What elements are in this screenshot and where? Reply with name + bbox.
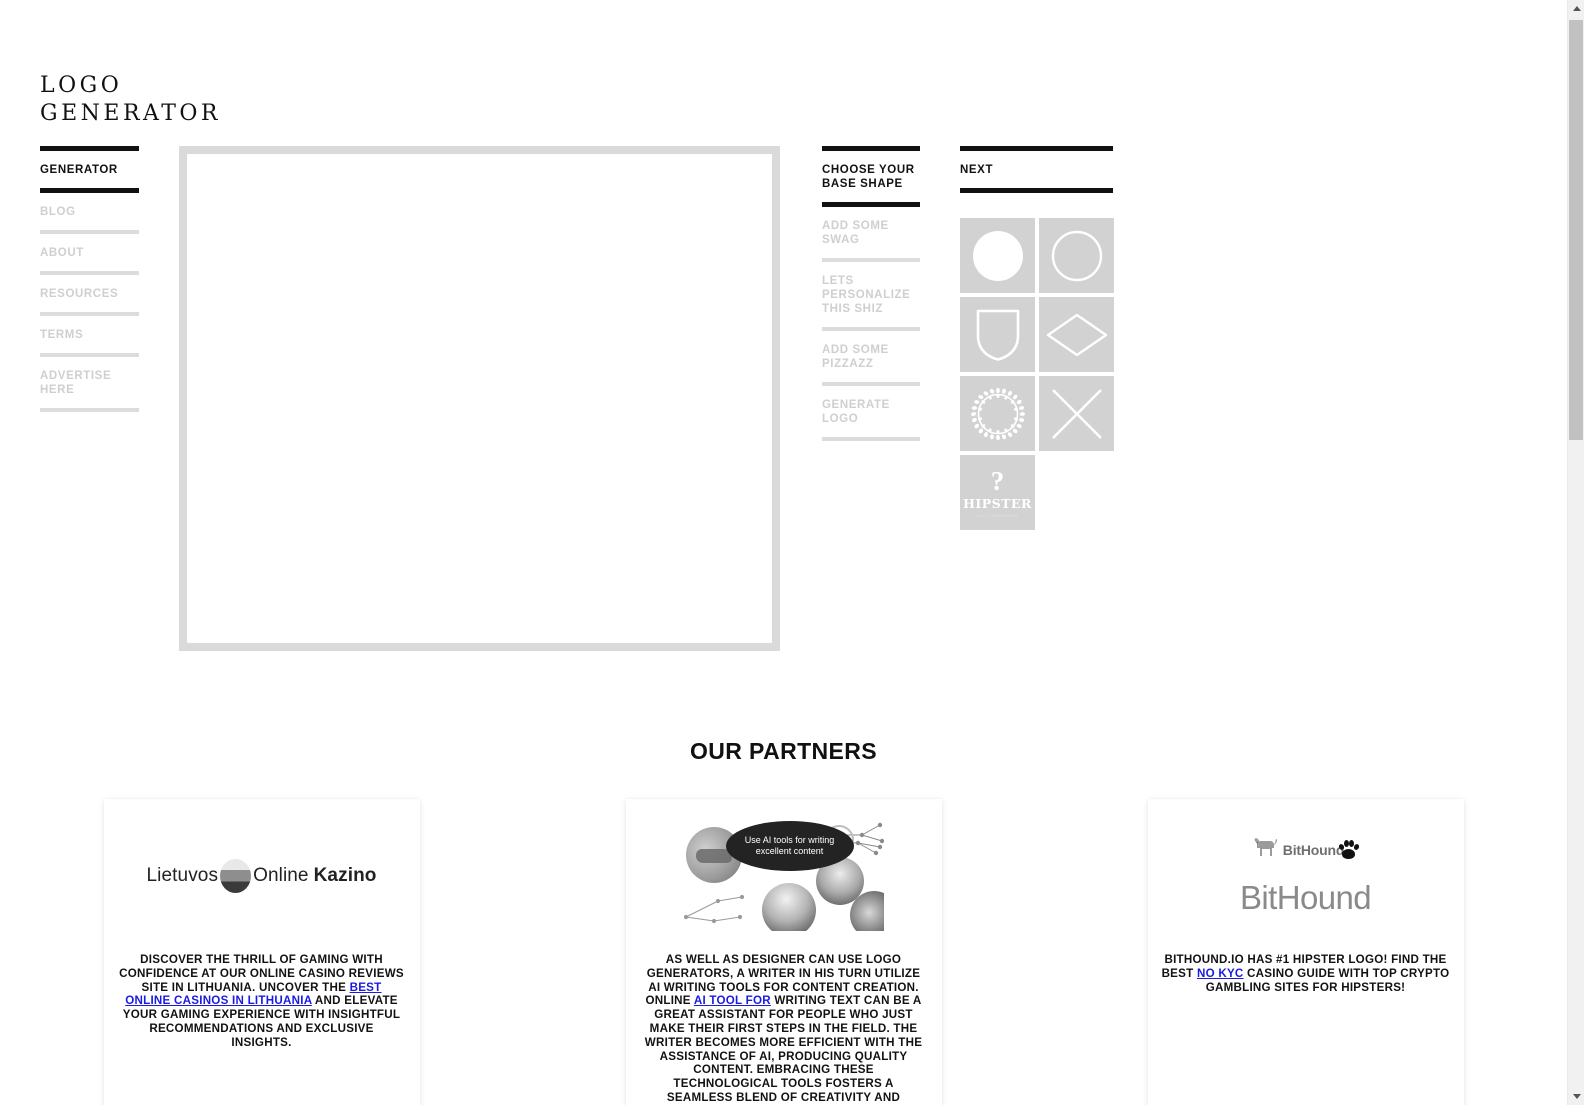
logo-line-2: GENERATOR [40,101,221,126]
partner-image-ai-tools: Use AI tools for writing excellent conte… [636,815,932,937]
shape-option-circle-outline[interactable] [1039,218,1114,293]
partners-card-list: Lietuvos Online Kazino DISCOVER THE THRI… [0,799,1567,1105]
collage-photo-robot-left [761,883,816,931]
step-add-some-swag[interactable]: ADD SOME SWAG [822,207,920,262]
circle-outline-icon [1051,230,1103,282]
site-logo[interactable]: LOGO GENERATOR [40,44,221,156]
partner-card-text: AS WELL AS DESIGNER CAN USE LOGO GENERAT… [636,953,932,1105]
step-generate-logo[interactable]: GENERATE LOGO [822,386,920,441]
step-label: ADD SOME SWAG [822,220,889,246]
sidebar-item-label: GENERATOR [40,164,118,176]
shape-option-hipster-placeholder[interactable]: ? HIPSTER LOGO GENERATOR [960,455,1035,530]
next-rule [960,188,1113,193]
cross-x-icon [1050,387,1104,441]
step-choose-base-shape[interactable]: CHOOSE YOUR BASE SHAPE [822,151,920,207]
sidebar-item-label: ABOUT [40,247,84,259]
step-label: ADD SOME PIZZAZZ [822,344,889,370]
shape-option-shield[interactable] [960,297,1035,372]
base-shape-grid: ? HIPSTER LOGO GENERATOR [960,218,1114,530]
partner-card: Use AI tools for writing excellent conte… [625,799,942,1105]
bithound-logo: BitHound BitHound [1240,835,1372,917]
step-add-some-pizzazz[interactable]: ADD SOME PIZZAZZ [822,331,920,386]
sidebar-nav: GENERATOR BLOG ABOUT RESOURCES TERMS ADV… [40,146,139,412]
partner-logo-bithound: BitHound BitHound [1158,815,1454,937]
shape-option-cross-x[interactable] [1039,376,1114,451]
sidebar-item-blog[interactable]: BLOG [40,193,139,234]
sidebar-item-label: ADVERTISE HERE [40,370,112,396]
bithound-logo-row: BitHound [1251,835,1361,865]
kazino-circle-icon [220,859,252,893]
scroll-down-arrow-icon[interactable] [1568,1088,1584,1105]
step-label: LETS PERSONALIZE THIS SHIZ [822,275,911,315]
sidebar-item-resources[interactable]: RESOURCES [40,275,139,316]
step-label: GENERATE LOGO [822,399,890,425]
collage-caption: Use AI tools for writing excellent conte… [725,821,854,871]
partner-card-text: DISCOVER THE THRILL OF GAMING WITH CONFI… [114,953,410,1050]
laurel-wreath-icon [969,385,1027,443]
step-rule [822,437,920,441]
shape-option-diamond[interactable] [1039,297,1114,372]
sidebar-item-generator[interactable]: GENERATOR [40,151,139,193]
partner-link[interactable]: NO KYC [1197,967,1244,980]
dog-icon [1251,836,1281,865]
paw-print-icon [1338,839,1361,861]
logo-preview-canvas[interactable] [179,146,780,651]
sidebar-item-about[interactable]: ABOUT [40,234,139,275]
sidebar-item-label: RESOURCES [40,288,119,300]
sidebar-item-terms[interactable]: TERMS [40,316,139,357]
next-panel: NEXT [960,146,1113,193]
vertical-scrollbar[interactable] [1567,0,1584,1105]
shield-icon [975,308,1021,362]
diamond-icon [1046,313,1108,357]
logo-preview-surface[interactable] [187,154,772,643]
partner-card: Lietuvos Online Kazino DISCOVER THE THRI… [103,799,420,1105]
question-mark-icon: ? [990,465,1005,496]
partner-card: BitHound BitHound BITHOUND.IO HAS #1 HIP… [1147,799,1464,1105]
kazino-logo: Lietuvos Online Kazino [147,859,377,893]
scrollbar-thumb[interactable] [1569,20,1583,440]
partner-logo-kazino: Lietuvos Online Kazino [114,815,410,937]
page-viewport: LOGO GENERATOR GENERATOR BLOG ABOUT RESO… [0,0,1567,1105]
network-lines-decor-2 [683,894,744,924]
step-lets-personalize-this-shiz[interactable]: LETS PERSONALIZE THIS SHIZ [822,262,920,331]
partner-card-text: BITHOUND.IO HAS #1 HIPSTER LOGO! FIND TH… [1158,953,1454,994]
sidebar-item-label: TERMS [40,329,84,341]
partners-title: OUR PARTNERS [689,738,878,764]
hipster-tile-word: HIPSTER [963,495,1032,511]
partner-text-after: WRITING TEXT CAN BE A GREAT ASSISTANT FO… [644,994,923,1105]
logo-line-1: LOGO [40,73,123,98]
sidebar-item-rule [40,408,139,412]
wizard-steps: CHOOSE YOUR BASE SHAPE ADD SOME SWAG LET… [822,146,920,441]
partners-section: OUR PARTNERS Lietuvos Online Kazino DISC… [0,700,1567,1105]
sidebar-item-advertise-here[interactable]: ADVERTISE HERE [40,357,139,412]
sidebar-item-label: BLOG [40,206,76,218]
shape-option-filled-circle[interactable] [960,218,1035,293]
scroll-up-arrow-icon[interactable] [1568,0,1584,17]
next-button[interactable]: NEXT [960,151,1113,193]
bithound-small-word: BitHound [1282,842,1345,858]
next-label: NEXT [960,164,994,176]
kazino-logo-pre: Lietuvos [146,865,219,886]
kazino-logo-bold: Kazino [313,865,377,886]
step-label: CHOOSE YOUR BASE SHAPE [822,164,915,190]
partner-link[interactable]: AI TOOL FOR [694,994,771,1007]
bithound-big-word: BitHound [1240,879,1372,916]
ai-collage-image: Use AI tools for writing excellent conte… [683,821,884,931]
filled-circle-icon [972,230,1024,282]
kazino-logo-mid: Online [253,865,309,886]
shape-option-laurel-wreath[interactable] [960,376,1035,451]
hipster-tile-subtext: LOGO GENERATOR [976,513,1019,518]
